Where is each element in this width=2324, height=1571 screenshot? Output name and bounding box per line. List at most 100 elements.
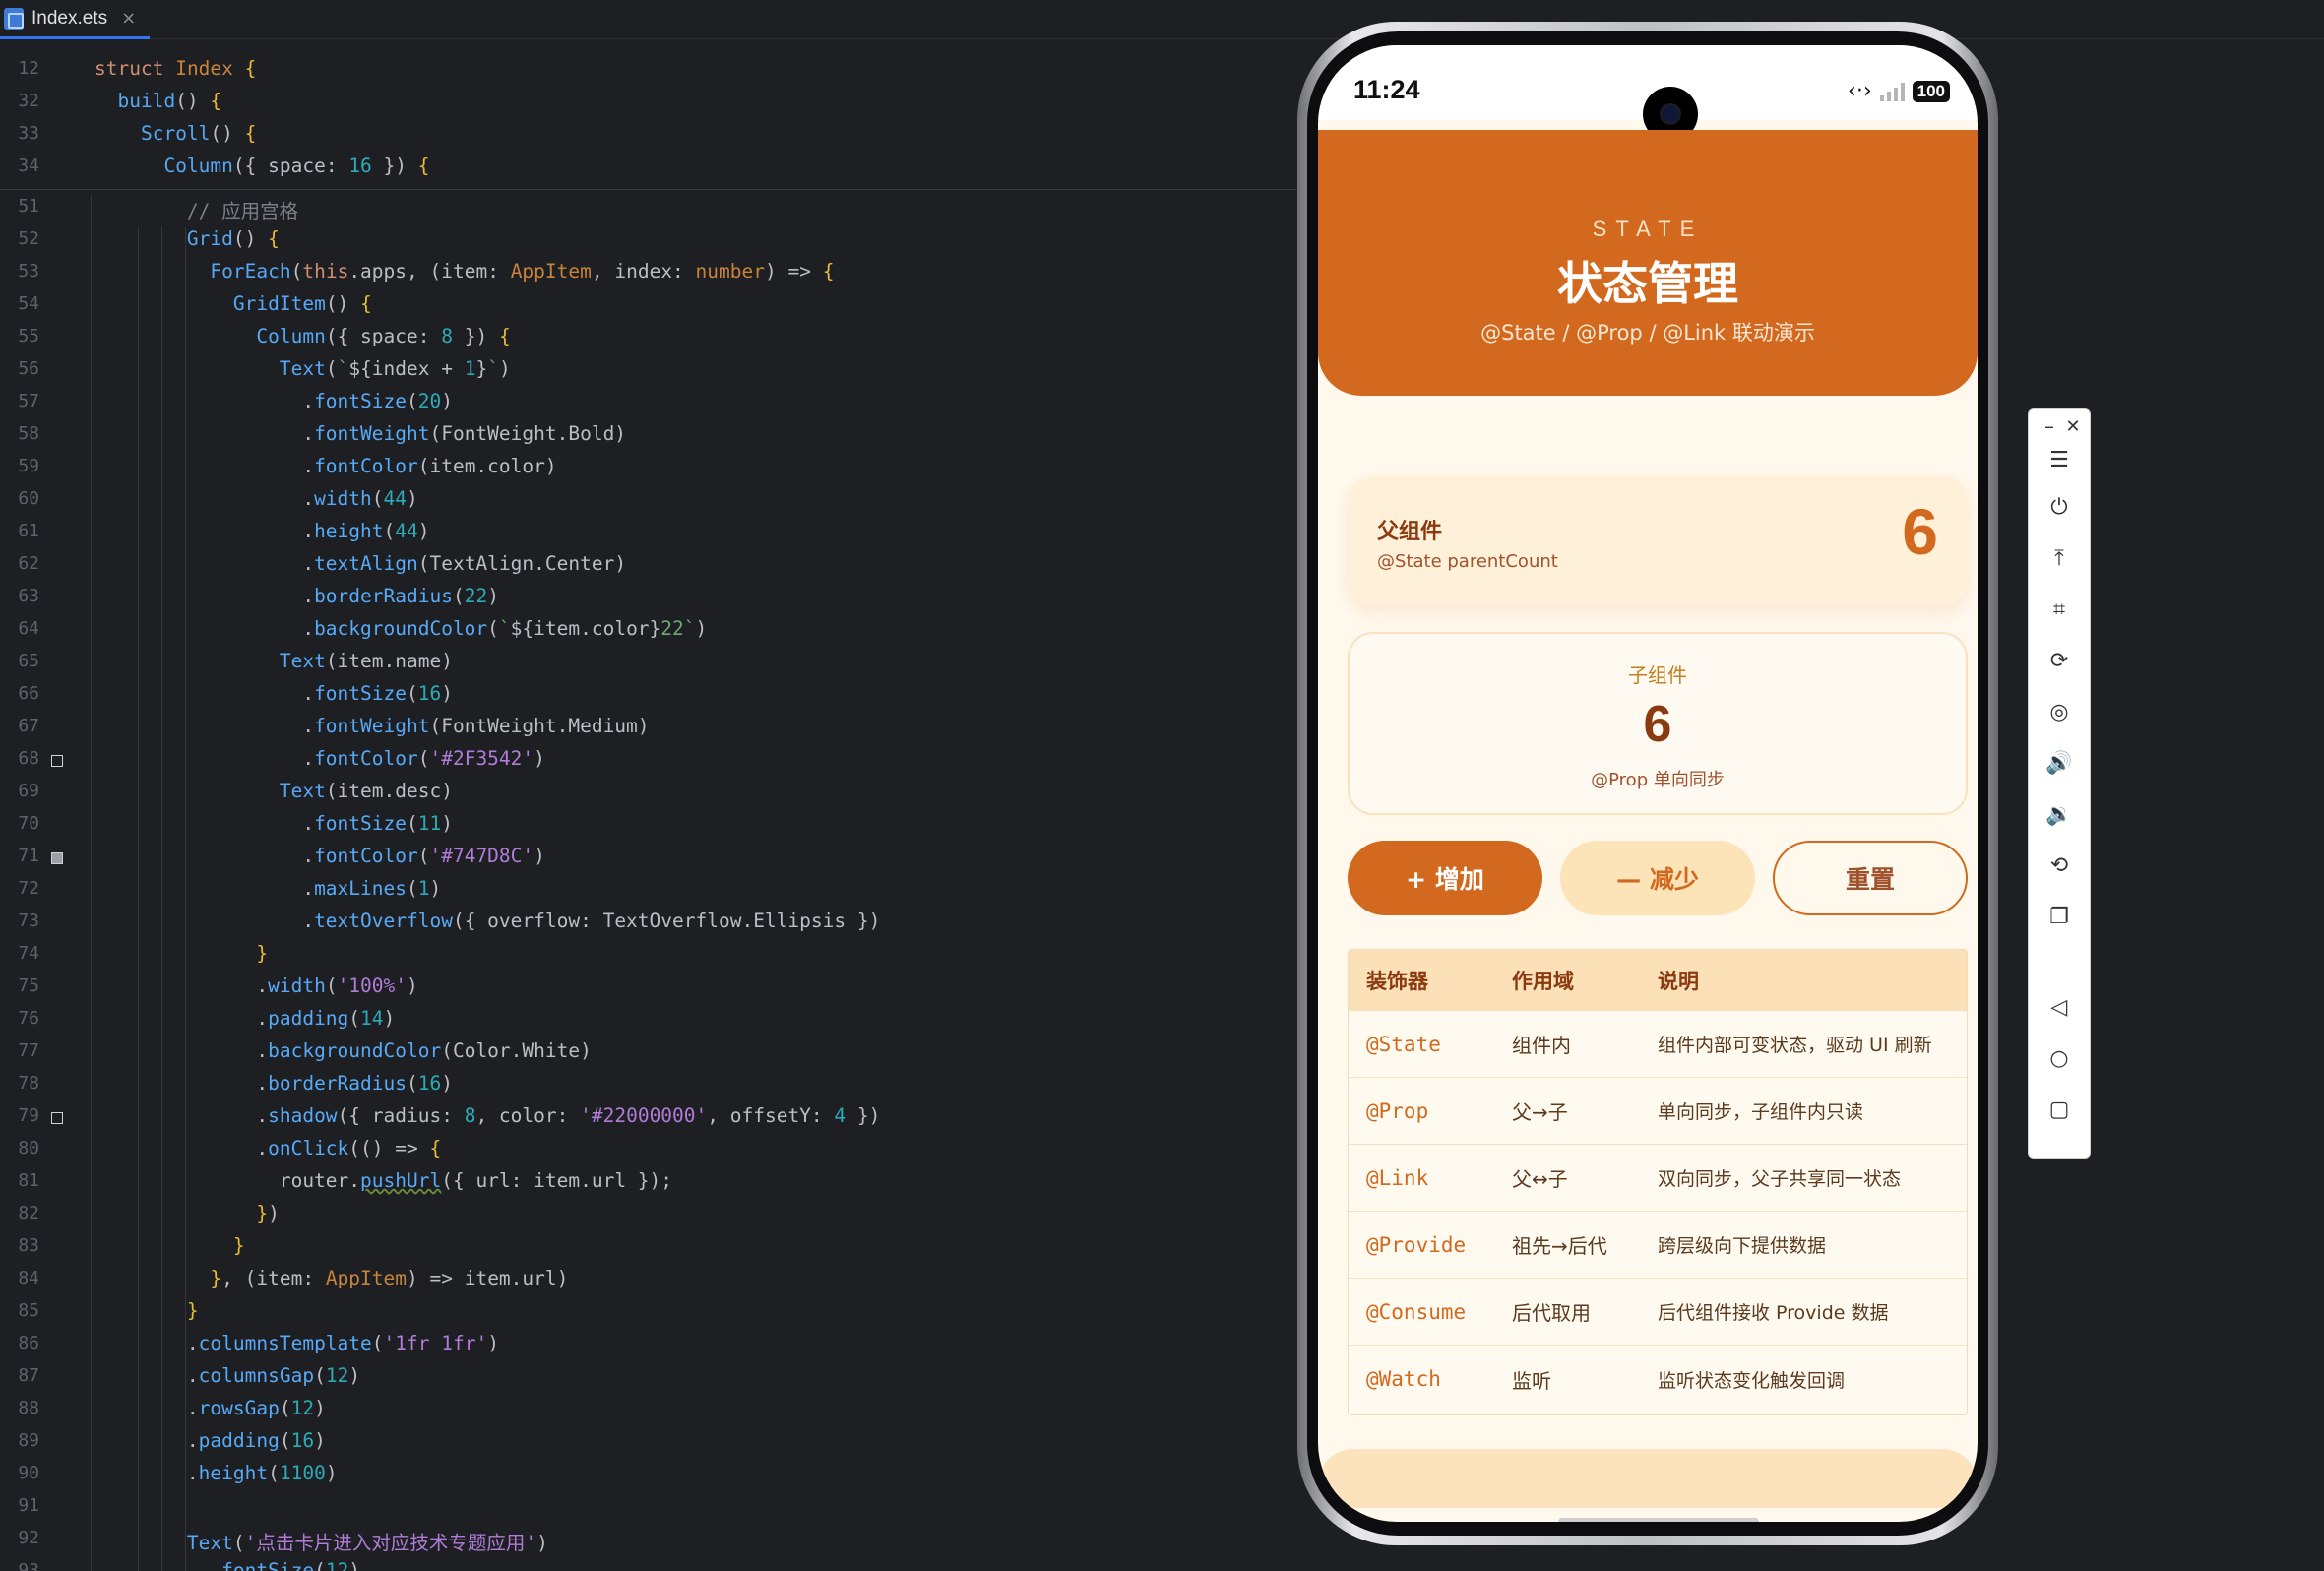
code-line[interactable]: }	[94, 942, 268, 965]
crop-icon[interactable]: ⌗	[2044, 595, 2074, 624]
decrease-button[interactable]: — 减少	[1560, 841, 1755, 915]
color-swatch-icon[interactable]	[51, 852, 63, 864]
line-number: 78	[18, 1073, 39, 1094]
code-line[interactable]: .fontWeight(FontWeight.Bold)	[94, 422, 626, 445]
code-line[interactable]: .textAlign(TextAlign.Center)	[94, 552, 626, 575]
line-number: 58	[18, 423, 39, 444]
code-line[interactable]: .fontColor('#747D8C')	[94, 845, 545, 867]
code-line[interactable]: .fontSize(20)	[94, 390, 453, 412]
multi-device-icon[interactable]: ❐	[2044, 902, 2074, 931]
code-line[interactable]: .fontWeight(FontWeight.Medium)	[94, 715, 649, 737]
code-line[interactable]: .width('100%')	[94, 974, 417, 997]
code-line[interactable]: .textOverflow({ overflow: TextOverflow.E…	[94, 910, 880, 932]
code-line[interactable]: .borderRadius(16)	[94, 1072, 453, 1095]
code-line[interactable]: .width(44)	[94, 487, 417, 510]
code-line[interactable]: struct Index {	[94, 57, 256, 80]
reset-button[interactable]: 重置	[1773, 841, 1968, 915]
code-line[interactable]: build() {	[94, 90, 221, 112]
code-line[interactable]: .columnsTemplate('1fr 1fr')	[94, 1332, 499, 1354]
code-line[interactable]: .fontSize(11)	[94, 812, 453, 835]
code-line[interactable]: Grid() {	[94, 227, 280, 250]
volume-up-icon[interactable]: 🔊	[2044, 748, 2074, 778]
code-line[interactable]: Text(item.name)	[94, 650, 453, 672]
code-line[interactable]: .fontColor(item.color)	[94, 455, 556, 477]
line-number: 88	[18, 1398, 39, 1418]
code-line[interactable]: }	[94, 1234, 245, 1257]
pin-top-icon[interactable]: ⤒	[2044, 543, 2074, 573]
code-line[interactable]: }, (item: AppItem) => item.url)	[94, 1267, 568, 1289]
code-line[interactable]: .borderRadius(22)	[94, 585, 499, 607]
line-number: 55	[18, 326, 39, 346]
line-number: 82	[18, 1203, 39, 1224]
code-line[interactable]: Column({ space: 16 }) {	[94, 155, 429, 177]
code-line[interactable]: Text('点击卡片进入对应技术专题应用')	[94, 1527, 548, 1555]
code-line[interactable]: .backgroundColor(Color.White)	[94, 1039, 591, 1062]
decorator-desc: 跨层级向下提供数据	[1658, 1235, 1827, 1257]
home-indicator[interactable]	[1558, 1518, 1759, 1522]
code-line[interactable]: // 应用宫格	[94, 195, 298, 223]
line-number: 89	[18, 1430, 39, 1451]
line-number: 61	[18, 521, 39, 541]
increase-button[interactable]: + 增加	[1348, 841, 1542, 915]
code-line[interactable]: ForEach(this.apps, (item: AppItem, index…	[94, 260, 834, 283]
code-line[interactable]: Column({ space: 8 }) {	[94, 325, 510, 347]
power-icon[interactable]: ⏻	[2044, 492, 2074, 522]
code-line[interactable]: .backgroundColor(`${item.color}22`)	[94, 617, 707, 640]
decorator-desc: 单向同步，子组件内只读	[1658, 1101, 1864, 1123]
line-number: 56	[18, 358, 39, 379]
menu-icon[interactable]: ☰	[2044, 445, 2074, 474]
code-line[interactable]: .fontSize(16)	[94, 682, 453, 705]
code-line[interactable]: .fontSize(12)	[94, 1559, 360, 1571]
decorator-scope: 监听	[1512, 1368, 1551, 1393]
code-line[interactable]: }	[94, 1299, 199, 1322]
rotate-icon[interactable]: ⟳	[2044, 646, 2074, 675]
line-number: 74	[18, 943, 39, 964]
child-title: 子组件	[1628, 663, 1687, 687]
line-number: 54	[18, 293, 39, 314]
home-icon[interactable]: ○	[2044, 1043, 2074, 1073]
back-icon[interactable]: ◁	[2044, 992, 2074, 1022]
line-number: 85	[18, 1300, 39, 1321]
tab-index-ets[interactable]: Index.ets ×	[0, 0, 150, 39]
line-number: 51	[18, 196, 39, 217]
code-line[interactable]: GridItem() {	[94, 292, 372, 315]
code-line[interactable]: Text(item.desc)	[94, 780, 453, 802]
overview-icon[interactable]: ▢	[2044, 1095, 2074, 1124]
code-line[interactable]: .maxLines(1)	[94, 877, 441, 900]
code-line[interactable]: .columnsGap(12)	[94, 1364, 360, 1387]
code-line[interactable]: .onClick(() => {	[94, 1137, 441, 1160]
volume-down-icon[interactable]: 🔉	[2044, 799, 2074, 829]
code-line[interactable]: .padding(14)	[94, 1007, 395, 1030]
code-line[interactable]: .shadow({ radius: 8, color: '#22000000',…	[94, 1104, 880, 1127]
code-line[interactable]: .padding(16)	[94, 1429, 326, 1452]
code-line[interactable]: })	[94, 1202, 280, 1225]
line-number: 64	[18, 618, 39, 639]
line-number: 53	[18, 261, 39, 282]
code-line[interactable]: .rowsGap(12)	[94, 1397, 326, 1419]
close-icon[interactable]: ×	[121, 8, 136, 29]
close-icon[interactable]: ✕	[2058, 411, 2088, 441]
phone-screen: 11:24 ‹·› 100 STATE 状态管理 @State / @Prop …	[1318, 45, 1978, 1522]
code-line[interactable]: .height(1100)	[94, 1462, 338, 1484]
shake-icon[interactable]: ⟲	[2044, 850, 2074, 880]
parent-title: 父组件	[1377, 520, 1443, 544]
line-number: 90	[18, 1463, 39, 1483]
color-swatch-icon[interactable]	[51, 1112, 63, 1124]
parent-component-card: 父组件 @State parentCount 6	[1348, 476, 1968, 606]
line-number: 71	[18, 846, 39, 866]
code-line[interactable]: Text(`${index + 1}`)	[94, 357, 511, 380]
color-swatch-icon[interactable]	[51, 755, 63, 767]
emulator-toolbar: – ✕ ☰ ⏻ ⤒ ⌗ ⟳ ◎ 🔊 🔉 ⟲ ❐ ◁ ○ ▢	[2028, 408, 2091, 1159]
line-number: 60	[18, 488, 39, 509]
fold-separator	[0, 189, 1309, 190]
decorator-name: @State	[1366, 1032, 1441, 1056]
next-section-card	[1318, 1449, 1978, 1508]
table-header: 说明	[1658, 969, 1699, 993]
code-line[interactable]: .fontColor('#2F3542')	[94, 747, 545, 770]
code-line[interactable]: .height(44)	[94, 520, 429, 542]
line-number: 69	[18, 781, 39, 801]
code-line[interactable]: router.pushUrl({ url: item.url });	[94, 1169, 672, 1192]
status-icons: ‹·› 100	[1848, 79, 1950, 103]
code-line[interactable]: Scroll() {	[94, 122, 256, 145]
screenshot-icon[interactable]: ◎	[2044, 697, 2074, 726]
